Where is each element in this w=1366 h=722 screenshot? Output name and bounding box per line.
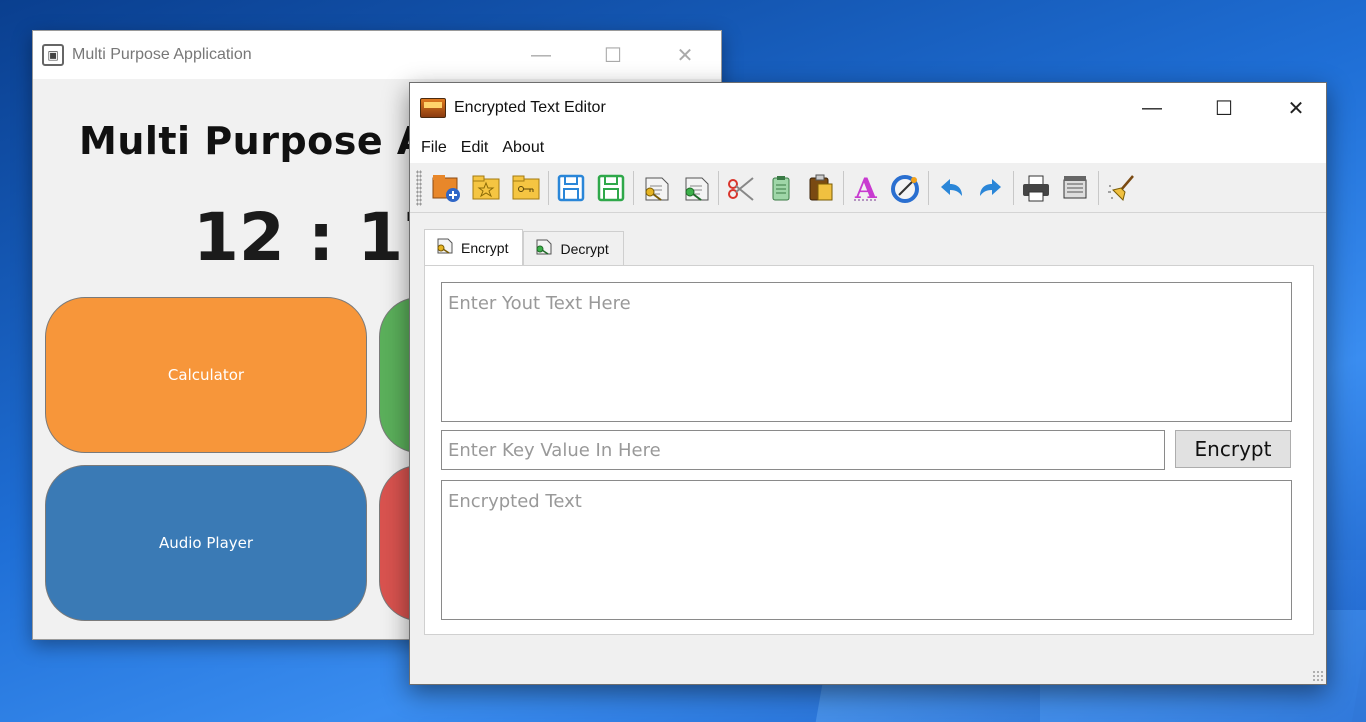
decrypt-key-icon[interactable] bbox=[678, 169, 714, 207]
svg-text:A: A bbox=[854, 172, 878, 204]
tab-decrypt-label: Decrypt bbox=[560, 240, 609, 257]
color-picker-icon[interactable] bbox=[888, 169, 924, 207]
front-window-title: Encrypted Text Editor bbox=[454, 99, 606, 116]
resize-grip[interactable] bbox=[1312, 670, 1324, 682]
back-window-titlebar[interactable]: ▣ Multi Purpose Application — ☐ ✕ bbox=[33, 31, 721, 79]
calculator-tile[interactable]: Calculator bbox=[45, 297, 367, 453]
key-input[interactable] bbox=[441, 430, 1165, 470]
encrypt-panel: Encrypt bbox=[424, 265, 1314, 635]
encrypted-text-editor-window[interactable]: Encrypted Text Editor — ☐ ✕ File Edit Ab… bbox=[409, 82, 1327, 685]
tab-bar: Encrypt Decrypt bbox=[424, 229, 624, 265]
minimize-icon[interactable]: — bbox=[1122, 83, 1182, 133]
encrypted-text-output[interactable] bbox=[441, 480, 1292, 620]
key-folder-icon[interactable] bbox=[508, 169, 544, 207]
back-window-title: Multi Purpose Application bbox=[72, 46, 252, 63]
redo-icon[interactable] bbox=[973, 169, 1009, 207]
font-icon[interactable]: A bbox=[848, 169, 884, 207]
editor-app-icon bbox=[420, 98, 446, 118]
print-icon[interactable] bbox=[1018, 169, 1054, 207]
encrypt-key-icon bbox=[435, 236, 455, 259]
audio-player-tile[interactable]: Audio Player bbox=[45, 465, 367, 621]
encrypt-key-icon[interactable] bbox=[638, 169, 674, 207]
back-window-heading: Multi Purpose A bbox=[79, 119, 427, 163]
toolbar-separator bbox=[1098, 170, 1099, 205]
tab-encrypt[interactable]: Encrypt bbox=[424, 229, 524, 265]
tab-encrypt-label: Encrypt bbox=[461, 239, 509, 256]
paste-icon[interactable] bbox=[803, 169, 839, 207]
menu-file[interactable]: File bbox=[414, 139, 454, 157]
maximize-icon[interactable]: ☐ bbox=[577, 31, 649, 79]
close-icon[interactable]: ✕ bbox=[1266, 83, 1326, 133]
front-window-titlebar[interactable]: Encrypted Text Editor — ☐ ✕ bbox=[410, 83, 1326, 133]
plain-text-input[interactable] bbox=[441, 282, 1292, 422]
new-file-icon[interactable] bbox=[428, 169, 464, 207]
save-icon[interactable] bbox=[553, 169, 589, 207]
toolbar-separator bbox=[633, 170, 634, 205]
menu-bar: File Edit About bbox=[410, 133, 1326, 163]
clear-icon[interactable] bbox=[1103, 169, 1139, 207]
print-preview-icon[interactable] bbox=[1058, 169, 1094, 207]
menu-edit[interactable]: Edit bbox=[454, 139, 496, 157]
tab-decrypt[interactable]: Decrypt bbox=[523, 231, 624, 265]
close-icon[interactable]: ✕ bbox=[649, 31, 721, 79]
toolbar-separator bbox=[843, 170, 844, 205]
save-as-icon[interactable] bbox=[593, 169, 629, 207]
toolbar-separator bbox=[548, 170, 549, 205]
favorites-folder-icon[interactable] bbox=[468, 169, 504, 207]
copy-icon[interactable] bbox=[763, 169, 799, 207]
encrypt-button[interactable]: Encrypt bbox=[1175, 430, 1291, 468]
menu-about[interactable]: About bbox=[495, 139, 551, 157]
minimize-icon[interactable]: — bbox=[505, 31, 577, 79]
cut-icon[interactable] bbox=[723, 169, 759, 207]
toolbar-separator bbox=[718, 170, 719, 205]
undo-icon[interactable] bbox=[933, 169, 969, 207]
toolbar-separator bbox=[1013, 170, 1014, 205]
decrypt-key-icon bbox=[534, 237, 554, 260]
toolbar: A bbox=[410, 163, 1326, 213]
app-window-icon: ▣ bbox=[42, 44, 64, 66]
maximize-icon[interactable]: ☐ bbox=[1194, 83, 1254, 133]
toolbar-grip[interactable] bbox=[416, 169, 422, 206]
toolbar-separator bbox=[928, 170, 929, 205]
